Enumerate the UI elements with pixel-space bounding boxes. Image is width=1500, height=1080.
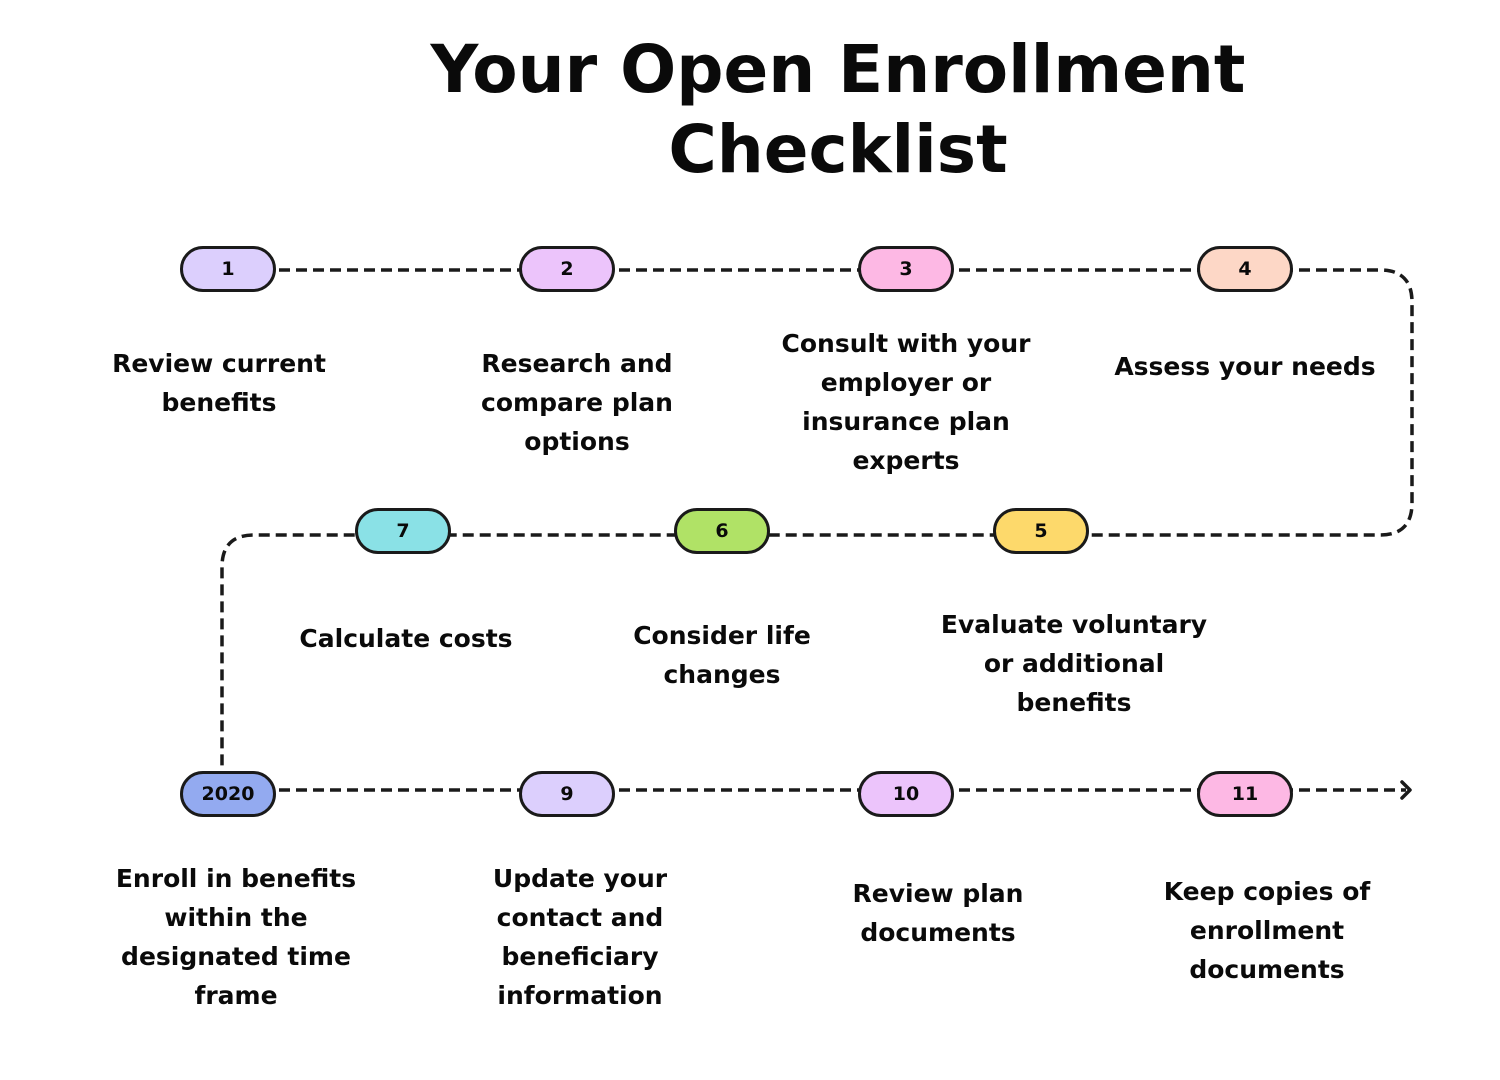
step-badge: 3 — [858, 246, 954, 292]
step-label: Review current benefits — [69, 344, 369, 422]
step-label: Consult with your employer or insurance pl… — [756, 324, 1056, 480]
step-label-line: changes — [663, 660, 781, 689]
step-badge: 5 — [993, 508, 1089, 554]
step-label: Calculate costs — [256, 619, 556, 658]
step-label-line: Consider life — [633, 621, 811, 650]
step-label-line: Calculate costs — [299, 624, 513, 653]
step-badge: 6 — [674, 508, 770, 554]
step-label-line: Enroll in benefits — [115, 864, 357, 893]
step-label-line: Assess your needs — [1114, 352, 1376, 381]
step-label-line: documents — [860, 918, 1016, 947]
step-badge: 1 — [180, 246, 276, 292]
step-badge: 2020 — [180, 771, 276, 817]
step-label: Research and compare plan options — [427, 344, 727, 461]
step-label-line: employer or — [820, 368, 992, 397]
step-label-line: Keep copies of — [1163, 877, 1371, 906]
step-label-line: Review plan — [852, 879, 1024, 908]
step-label-line: contact and — [496, 903, 664, 932]
step-label-line: benefits — [161, 388, 277, 417]
step-badge: 4 — [1197, 246, 1293, 292]
step-label-line: benefits — [1016, 688, 1132, 717]
step-label: Update your contact and beneficiary informa… — [430, 859, 730, 1015]
step-label: Enroll in benefits within the designated t… — [86, 859, 386, 1015]
step-label-line: Evaluate voluntary — [940, 610, 1208, 639]
step-label-line: enrollment — [1189, 916, 1345, 945]
step-label-line: Review current — [112, 349, 326, 378]
step-label-line: frame — [194, 981, 278, 1010]
step-badge: 2 — [519, 246, 615, 292]
step-badge: 7 — [355, 508, 451, 554]
step-label-line: experts — [852, 446, 960, 475]
step-badge: 9 — [519, 771, 615, 817]
step-label-line: options — [524, 427, 630, 456]
step-label-line: compare plan — [481, 388, 673, 417]
step-label-line: or additional — [983, 649, 1165, 678]
step-label: Keep copies of enrollment documents — [1117, 872, 1417, 989]
step-label-line: beneficiary — [501, 942, 659, 971]
step-label-line: within the — [164, 903, 308, 932]
step-badge: 10 — [858, 771, 954, 817]
step-badge: 11 — [1197, 771, 1293, 817]
step-label-line: information — [497, 981, 663, 1010]
step-label-line: Consult with your — [781, 329, 1031, 358]
step-label: Review plan documents — [788, 874, 1088, 952]
step-label-line: Update your — [492, 864, 668, 893]
step-label: Assess your needs — [1095, 347, 1395, 386]
step-label-line: designated time — [121, 942, 351, 971]
step-label-line: Research and — [481, 349, 673, 378]
step-label-line: insurance plan — [802, 407, 1010, 436]
step-label-line: documents — [1189, 955, 1345, 984]
step-label: Consider life changes — [572, 616, 872, 694]
step-label: Evaluate voluntary or additional benefits — [924, 605, 1224, 722]
